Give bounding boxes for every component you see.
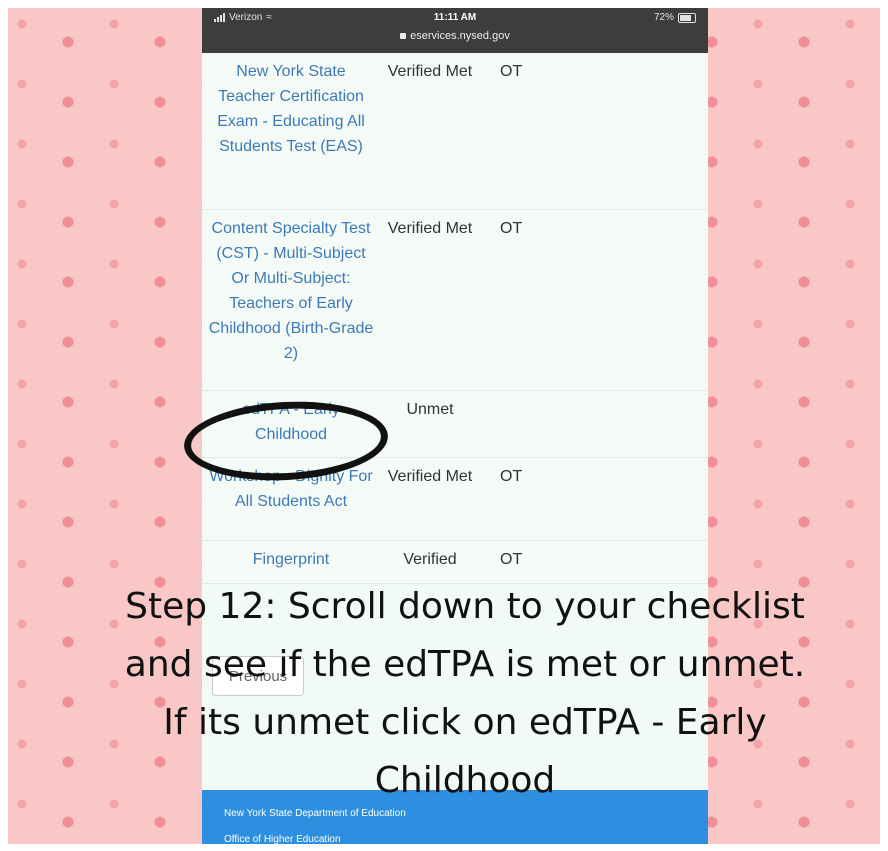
battery-icon	[678, 12, 696, 23]
source-cell	[480, 391, 708, 457]
requirement-link[interactable]: Fingerprint	[202, 541, 380, 583]
status-cell: Verified Met	[387, 468, 473, 485]
table-row: New York State Teacher Certification Exa…	[202, 53, 708, 210]
source-cell: OT	[500, 220, 523, 237]
checklist-table: New York State Teacher Certification Exa…	[202, 53, 708, 584]
requirement-link[interactable]: New York State Teacher Certification Exa…	[202, 53, 380, 209]
source-cell: OT	[500, 468, 523, 485]
status-cell: Verified Met	[387, 220, 473, 237]
clock: 11:11 AM	[433, 12, 477, 23]
status-bar: Verizon ≈ 11:11 AM 72% eservices.nysed.g…	[202, 8, 708, 53]
address-bar[interactable]: eservices.nysed.gov	[202, 30, 708, 42]
status-cell: Unmet	[406, 401, 454, 418]
requirement-link[interactable]: Content Specialty Test (CST) - Multi-Sub…	[202, 210, 380, 390]
instruction-caption: Step 12: Scroll down to your checklist a…	[124, 586, 806, 801]
table-row: Content Specialty Test (CST) - Multi-Sub…	[202, 210, 708, 391]
source-cell: OT	[500, 551, 523, 568]
footer-link-ohe[interactable]: Office of Higher Education	[224, 834, 341, 844]
lock-icon	[400, 33, 407, 39]
status-cell: Verified	[403, 551, 457, 568]
status-cell: Verified Met	[387, 63, 473, 80]
battery-label: 72%	[653, 12, 674, 23]
source-cell: OT	[500, 63, 523, 80]
url-text: eservices.nysed.gov	[410, 30, 510, 42]
battery: 72%	[654, 12, 696, 23]
